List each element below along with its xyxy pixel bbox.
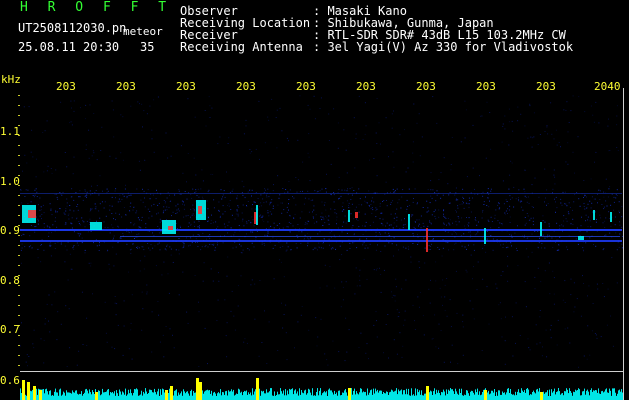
hrofft-window: H R O F F T UT2508112030.pn meteor 25.08… — [0, 0, 629, 400]
axis-ticks — [18, 95, 20, 366]
